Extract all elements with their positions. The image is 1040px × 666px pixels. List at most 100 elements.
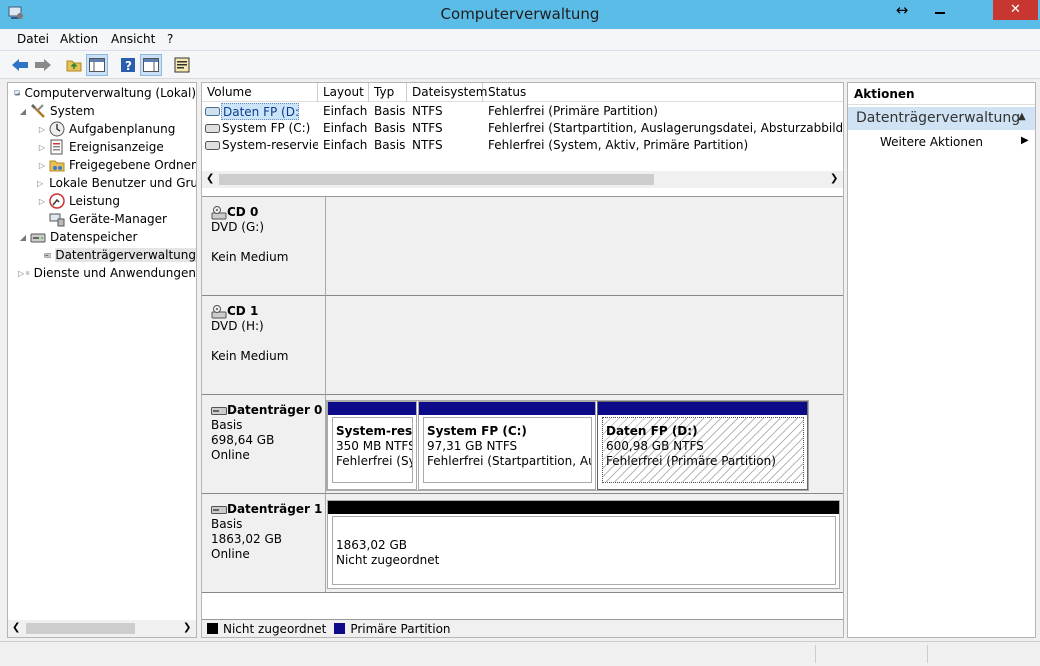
volume-layout: Einfach xyxy=(323,138,368,152)
partition-daten-fp-d[interactable]: Daten FP (D:) 600,98 GB NTFS Fehlerfrei … xyxy=(597,401,808,490)
scrollbar-thumb[interactable] xyxy=(219,174,654,185)
tree-item-computerverwaltung[interactable]: Computerverwaltung (Lokal) xyxy=(8,84,196,102)
show-hide-action-pane-icon[interactable] xyxy=(140,54,162,76)
disk-size: 1863,02 GB xyxy=(211,532,282,546)
section-label: Datenträgerverwaltung xyxy=(856,110,1021,126)
disk-label-disk0[interactable]: Datenträger 0 Basis 698,64 GB Online xyxy=(202,395,326,494)
help-icon[interactable]: ? xyxy=(117,54,139,76)
show-hide-console-tree-icon[interactable] xyxy=(86,54,108,76)
volume-type: Basis xyxy=(374,121,406,135)
legend-swatch-unallocated xyxy=(207,623,218,634)
storage-icon xyxy=(30,233,46,243)
collapsed-arrow-icon[interactable]: ▷ xyxy=(37,179,43,188)
tree-item-system[interactable]: ◢ System xyxy=(18,102,196,120)
shared-folder-icon xyxy=(49,160,65,172)
menu-help[interactable]: ? xyxy=(167,32,173,46)
partition-status: Fehlerfrei (Startpartition, Auslagerungs… xyxy=(427,454,591,468)
scroll-right-icon[interactable]: ❯ xyxy=(830,173,838,184)
volume-status: Fehlerfrei (Startpartition, Auslagerungs… xyxy=(488,121,843,135)
menu-bar: Datei Aktion Ansicht ? xyxy=(0,29,1040,51)
volume-list-horizontal-scrollbar[interactable]: ❮ ❯ xyxy=(202,171,843,188)
submenu-arrow-icon[interactable]: ▶ xyxy=(1021,135,1029,146)
tree-item-aufgabenplanung[interactable]: ▷ Aufgabenplanung xyxy=(37,120,196,138)
menu-ansicht[interactable]: Ansicht xyxy=(111,32,155,46)
tree-item-geraete-manager[interactable]: Geräte-Manager xyxy=(37,210,196,228)
collapsed-arrow-icon[interactable]: ▷ xyxy=(37,125,47,134)
volume-icon xyxy=(205,124,220,133)
partition-system-reserviert[interactable]: System-reserviert 350 MB NTFS Fehlerfrei… xyxy=(327,401,417,490)
cd-drive-icon xyxy=(211,304,227,318)
disk-graphical-view: CD 0 DVD (G:) Kein Medium CD 1 DVD (H:) … xyxy=(202,196,843,619)
tree-label: Freigegebene Ordner xyxy=(69,158,196,172)
menu-datei[interactable]: Datei xyxy=(17,32,49,46)
collapsed-arrow-icon[interactable]: ▷ xyxy=(37,161,47,170)
collapsed-arrow-icon[interactable]: ▷ xyxy=(37,197,47,206)
legend-swatch-primary xyxy=(334,623,346,634)
column-typ[interactable]: Typ xyxy=(369,83,407,102)
action-weitere-aktionen[interactable]: Weitere Aktionen xyxy=(880,135,983,149)
scrollbar-thumb[interactable] xyxy=(26,623,135,634)
minimize-button[interactable] xyxy=(923,2,957,23)
disk-status: Online xyxy=(211,448,250,462)
clock-icon xyxy=(49,121,65,137)
scroll-left-icon[interactable]: ❮ xyxy=(206,173,214,184)
disk-management-pane: Volume Layout Typ Dateisystem Status Dat… xyxy=(201,82,844,638)
forward-icon[interactable] xyxy=(32,54,54,76)
svg-text:?: ? xyxy=(125,59,132,73)
column-dateisystem[interactable]: Dateisystem xyxy=(407,83,487,102)
collapsed-arrow-icon[interactable]: ▷ xyxy=(37,143,47,152)
volume-list-header: Volume Layout Typ Dateisystem Status xyxy=(202,83,843,102)
tree-item-leistung[interactable]: ▷ Leistung xyxy=(37,192,196,210)
expanded-arrow-icon[interactable]: ◢ xyxy=(18,233,28,242)
tree-item-datenspeicher[interactable]: ◢ Datenspeicher xyxy=(18,228,196,246)
disk-name: CD 1 xyxy=(227,304,259,318)
tree-item-freigegebene-ordner[interactable]: ▷ Freigegebene Ordner xyxy=(37,156,196,174)
actions-section-datentraegerverwaltung[interactable]: Datenträgerverwaltung ▲ xyxy=(848,107,1035,130)
computer-management-window: Computerverwaltung ↔ ✕ Datei Aktion Ansi… xyxy=(0,0,1040,666)
tree-item-lokale-benutzer[interactable]: ▷ Lokale Benutzer und Gruppen xyxy=(37,174,196,192)
actions-header: Aktionen xyxy=(848,83,1035,105)
disk-type: DVD (H:) xyxy=(211,319,264,333)
title-bar: Computerverwaltung ↔ ✕ xyxy=(0,0,1040,29)
menu-aktion[interactable]: Aktion xyxy=(60,32,98,46)
legend-label: Nicht zugeordnet xyxy=(223,621,327,636)
disk-label-cd0[interactable]: CD 0 DVD (G:) Kein Medium xyxy=(202,197,326,296)
column-layout[interactable]: Layout xyxy=(318,83,369,102)
tree-label: Ereignisanzeige xyxy=(69,140,164,154)
volume-row[interactable]: Daten FP (D:) Einfach Basis NTFS Fehlerf… xyxy=(202,103,843,120)
expanded-arrow-icon[interactable]: ◢ xyxy=(18,107,28,116)
resize-icon[interactable]: ↔ xyxy=(887,0,917,21)
hard-disk-icon xyxy=(211,406,227,415)
tree-label: Geräte-Manager xyxy=(69,212,167,226)
up-folder-icon[interactable] xyxy=(63,54,85,76)
scroll-right-icon[interactable]: ❯ xyxy=(183,622,191,633)
disk-name: Datenträger 0 xyxy=(227,403,323,417)
column-volume[interactable]: Volume xyxy=(202,83,318,102)
collapse-arrow-icon[interactable]: ▲ xyxy=(1018,111,1026,122)
volume-filesystem: NTFS xyxy=(412,104,443,118)
services-icon xyxy=(26,271,30,275)
volume-row[interactable]: System FP (C:) Einfach Basis NTFS Fehler… xyxy=(202,120,843,137)
back-icon[interactable] xyxy=(9,54,31,76)
tree-item-datentraegerverwaltung[interactable]: Datenträgerverwaltung xyxy=(37,246,196,264)
tree-item-ereignisanzeige[interactable]: ▷ Ereignisanzeige xyxy=(37,138,196,156)
collapsed-arrow-icon[interactable]: ▷ xyxy=(18,269,24,278)
disk-label-disk1[interactable]: Datenträger 1 Basis 1863,02 GB Online xyxy=(202,494,326,593)
cd-drive-icon xyxy=(211,205,227,219)
close-button[interactable]: ✕ xyxy=(993,0,1038,20)
volume-icon xyxy=(205,107,220,116)
unallocated-space[interactable]: 1863,02 GB Nicht zugeordnet xyxy=(327,500,840,589)
partition-status: Fehlerfrei (System, Aktiv, Primäre Parti… xyxy=(336,454,412,468)
scroll-left-icon[interactable]: ❮ xyxy=(12,622,20,633)
actions-pane: Aktionen Datenträgerverwaltung ▲ Weitere… xyxy=(847,82,1036,638)
tree-item-dienste-und-anwendungen[interactable]: ▷ Dienste und Anwendungen xyxy=(18,264,196,282)
volume-row[interactable]: System-reserviert Einfach Basis NTFS Feh… xyxy=(202,137,843,154)
column-status[interactable]: Status xyxy=(483,83,843,102)
partition-system-fp-c[interactable]: System FP (C:) 97,31 GB NTFS Fehlerfrei … xyxy=(418,401,596,490)
tree-horizontal-scrollbar[interactable]: ❮ ❯ xyxy=(8,620,196,637)
volume-name: Daten FP (D:) xyxy=(221,103,299,120)
disk-label-cd1[interactable]: CD 1 DVD (H:) Kein Medium xyxy=(202,296,326,395)
properties-icon[interactable] xyxy=(171,54,193,76)
tree-label: Computerverwaltung (Lokal) xyxy=(24,86,196,100)
toolbar: ? xyxy=(0,51,1040,79)
